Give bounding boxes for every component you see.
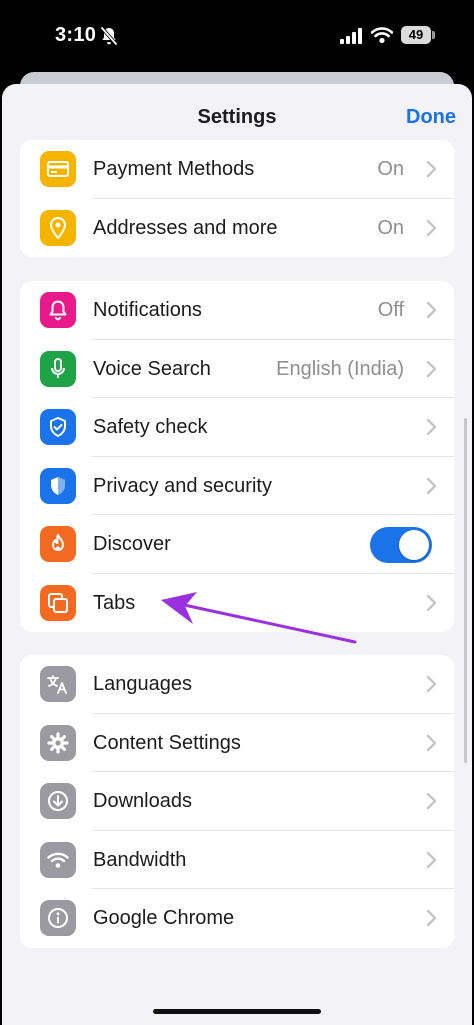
chevron-right-icon — [426, 219, 437, 236]
settings-group-advanced: Languages Content Settings Downloads Ban… — [20, 655, 454, 948]
settings-row-languages[interactable]: Languages — [20, 655, 454, 714]
chevron-right-icon — [426, 160, 437, 178]
row-label: Addresses and more — [93, 216, 278, 239]
gear-icon — [40, 724, 76, 761]
status-bar: 3:10 49 — [0, 0, 474, 72]
row-label: Tabs — [93, 591, 136, 614]
row-label: Payment Methods — [93, 158, 255, 180]
translate-icon — [40, 666, 76, 702]
settings-row-content-settings[interactable]: Content Settings — [20, 714, 454, 772]
info-icon — [40, 900, 76, 936]
settings-row-discover: Discover — [20, 515, 454, 574]
credit-card-icon — [40, 151, 76, 187]
shield-check-icon — [40, 409, 76, 445]
settings-group-autofill: Payment Methods On Addresses and more On — [20, 140, 454, 257]
settings-sheet: Settings Done Payment Methods On Address… — [2, 84, 472, 1025]
download-icon — [40, 783, 76, 819]
row-label: Notifications — [93, 299, 202, 321]
row-label: Languages — [93, 673, 192, 695]
row-value: On — [377, 216, 404, 239]
settings-row-notifications[interactable]: Notifications Off — [20, 281, 454, 340]
row-label: Downloads — [93, 790, 192, 812]
home-indicator[interactable] — [153, 1009, 321, 1014]
battery-tip — [432, 31, 435, 39]
signal-icon — [340, 28, 362, 44]
toggle-knob — [399, 530, 429, 560]
settings-row-safety-check[interactable]: Safety check — [20, 398, 454, 457]
row-label: Privacy and security — [93, 474, 272, 497]
row-label: Bandwidth — [93, 848, 187, 871]
row-value: English (India) — [276, 357, 404, 380]
row-label: Voice Search — [93, 357, 211, 380]
chevron-right-icon — [426, 675, 437, 693]
settings-row-downloads[interactable]: Downloads — [20, 772, 454, 831]
chevron-right-icon — [426, 418, 437, 436]
bell-slash-icon — [100, 26, 118, 46]
chevron-right-icon — [426, 301, 437, 319]
chevron-right-icon — [426, 360, 437, 377]
settings-row-addresses[interactable]: Addresses and more On — [20, 199, 454, 258]
annotation-arrow-icon — [161, 592, 357, 644]
battery-indicator: 49 — [401, 26, 431, 44]
chevron-right-icon — [426, 792, 437, 810]
settings-row-privacy-security[interactable]: Privacy and security — [20, 457, 454, 515]
wifi-icon — [40, 841, 76, 878]
settings-row-voice-search[interactable]: Voice Search English (India) — [20, 340, 454, 398]
scrollbar[interactable] — [464, 418, 467, 763]
chevron-right-icon — [426, 851, 437, 868]
settings-row-bandwidth[interactable]: Bandwidth — [20, 831, 454, 889]
status-time: 3:10 — [55, 24, 97, 46]
settings-group-main: Notifications Off Voice Search English (… — [20, 281, 454, 632]
row-label: Google Chrome — [93, 907, 235, 929]
wifi-icon — [371, 27, 393, 44]
bell-icon — [40, 292, 76, 328]
row-value: On — [377, 158, 404, 180]
row-value: Off — [377, 299, 404, 321]
row-label: Content Settings — [93, 731, 241, 754]
row-label: Safety check — [93, 416, 208, 438]
tabs-icon — [40, 584, 76, 621]
done-button[interactable]: Done — [406, 106, 456, 129]
chevron-right-icon — [426, 477, 437, 494]
discover-toggle[interactable] — [370, 527, 432, 563]
row-label: Discover — [93, 533, 171, 555]
chevron-right-icon — [426, 909, 437, 927]
chevron-right-icon — [426, 594, 437, 611]
shield-icon — [40, 467, 76, 504]
chevron-right-icon — [426, 734, 437, 751]
flame-icon — [40, 526, 76, 562]
location-pin-icon — [40, 209, 76, 246]
microphone-icon — [40, 350, 76, 387]
settings-row-payment-methods[interactable]: Payment Methods On — [20, 140, 454, 199]
settings-row-google-chrome[interactable]: Google Chrome — [20, 889, 454, 948]
page-title: Settings — [197, 106, 277, 128]
